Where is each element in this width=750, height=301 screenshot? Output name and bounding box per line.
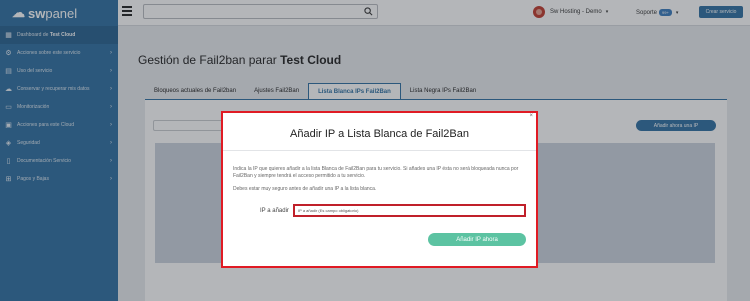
add-whitelist-ip-modal: × Añadir IP a Lista Blanca de Fail2Ban I… [221,111,538,268]
modal-warning: Debes estar muy seguro antes de añadir u… [233,186,377,192]
modal-description: Indica la IP que quieres añadir a la lis… [233,166,519,179]
modal-title: Añadir IP a Lista Blanca de Fail2Ban [290,128,469,140]
add-ip-button[interactable]: Añadir IP ahora [428,233,526,246]
ip-field-label: IP a añadir [260,208,289,214]
modal-divider [223,150,536,151]
ip-field[interactable] [293,204,526,217]
close-icon[interactable]: × [529,113,533,119]
